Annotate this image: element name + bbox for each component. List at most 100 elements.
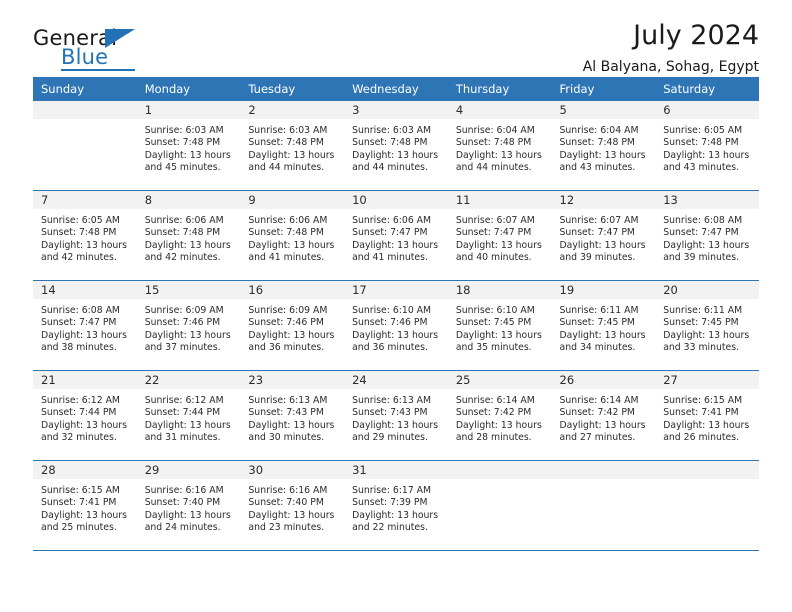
logo-underline bbox=[61, 69, 135, 71]
day-detail-sunset: Sunset: 7:47 PM bbox=[41, 317, 117, 329]
calendar-day-cell[interactable]: 25 Sunrise: 6:14 AM Sunset: 7:42 PM Dayligh… bbox=[447, 371, 552, 460]
calendar-day-cell[interactable]: 9 Sunrise: 6:06 AM Sunset: 7:48 PM Daylight… bbox=[240, 191, 345, 280]
day-detail-sunrise: Sunrise: 6:06 AM bbox=[248, 215, 328, 226]
day-detail-sunset: Sunset: 7:42 PM bbox=[455, 407, 532, 419]
day-detail-sunrise: Sunrise: 6:14 AM bbox=[559, 395, 639, 406]
calendar-day-cell[interactable]: 6 Sunrise: 6:05 AM Sunset: 7:48 PM Daylight… bbox=[655, 101, 759, 190]
day-detail-daylight1: Daylight: 13 hours bbox=[455, 149, 542, 161]
day-detail-daylight2: and 41 minutes. bbox=[352, 251, 428, 263]
calendar-day-cell[interactable]: 18 Sunrise: 6:10 AM Sunset: 7:45 PM Dayligh… bbox=[447, 281, 552, 370]
calendar-day-cell[interactable]: 17 Sunrise: 6:10 AM Sunset: 7:46 PM Dayligh… bbox=[344, 281, 448, 370]
calendar-day-cell[interactable]: 27 Sunrise: 6:15 AM Sunset: 7:41 PM Dayligh… bbox=[655, 371, 759, 460]
day-details: Sunrise: 6:04 AM Sunset: 7:48 PM Daylight:… bbox=[448, 119, 552, 174]
day-details: Sunrise: 6:08 AM Sunset: 7:47 PM Daylight:… bbox=[655, 209, 759, 264]
day-number: 15 bbox=[136, 281, 241, 299]
day-detail-sunset: Sunset: 7:41 PM bbox=[663, 407, 739, 419]
day-detail-sunset: Sunset: 7:42 PM bbox=[559, 407, 635, 419]
day-number: 24 bbox=[344, 371, 448, 389]
day-detail-daylight2: and 24 minutes. bbox=[144, 521, 221, 533]
page-subtitle: Al Balyana, Sohag, Egypt bbox=[582, 59, 759, 76]
calendar-day-cell[interactable]: 12 Sunrise: 6:07 AM Sunset: 7:47 PM Dayligh… bbox=[551, 191, 656, 280]
day-number bbox=[551, 461, 656, 479]
day-detail-daylight1: Daylight: 13 hours bbox=[559, 329, 646, 341]
calendar-day-cell[interactable]: 10 Sunrise: 6:06 AM Sunset: 7:47 PM Dayligh… bbox=[344, 191, 448, 280]
day-detail-daylight2: and 45 minutes. bbox=[144, 161, 221, 173]
calendar-day-cell[interactable]: 28 Sunrise: 6:15 AM Sunset: 7:41 PM Dayligh… bbox=[33, 461, 137, 550]
calendar-week-row: 14 Sunrise: 6:08 AM Sunset: 7:47 PM Dayligh… bbox=[33, 280, 759, 371]
day-details: Sunrise: 6:03 AM Sunset: 7:48 PM Daylight:… bbox=[240, 119, 344, 174]
calendar-day-cell[interactable]: 26 Sunrise: 6:14 AM Sunset: 7:42 PM Dayligh… bbox=[551, 371, 656, 460]
day-details: Sunrise: 6:03 AM Sunset: 7:48 PM Daylight:… bbox=[137, 119, 241, 174]
day-detail-daylight1: Daylight: 13 hours bbox=[248, 239, 335, 251]
day-detail-sunset: Sunset: 7:43 PM bbox=[248, 407, 324, 419]
day-detail-sunset: Sunset: 7:45 PM bbox=[663, 317, 739, 329]
day-detail-sunset: Sunset: 7:39 PM bbox=[352, 497, 428, 509]
day-details: Sunrise: 6:07 AM Sunset: 7:47 PM Daylight:… bbox=[552, 209, 656, 264]
day-detail-daylight2: and 38 minutes. bbox=[41, 341, 117, 353]
day-number: 16 bbox=[240, 281, 345, 299]
calendar-day-cell[interactable]: 7 Sunrise: 6:05 AM Sunset: 7:48 PM Daylight… bbox=[33, 191, 137, 280]
day-detail-daylight2: and 34 minutes. bbox=[559, 341, 636, 353]
day-details: Sunrise: 6:10 AM Sunset: 7:45 PM Daylight:… bbox=[448, 299, 552, 354]
day-detail-sunrise: Sunrise: 6:05 AM bbox=[41, 215, 120, 226]
calendar-day-cell[interactable]: 4 Sunrise: 6:04 AM Sunset: 7:48 PM Daylight… bbox=[447, 101, 552, 190]
general-blue-logo[interactable]: General Blue bbox=[33, 26, 153, 72]
day-detail-sunrise: Sunrise: 6:03 AM bbox=[248, 125, 328, 136]
day-detail-sunrise: Sunrise: 6:15 AM bbox=[41, 485, 120, 496]
day-detail-sunset: Sunset: 7:44 PM bbox=[41, 407, 117, 419]
day-detail-daylight1: Daylight: 13 hours bbox=[144, 239, 231, 251]
calendar-day-cell[interactable]: 21 Sunrise: 6:12 AM Sunset: 7:44 PM Dayligh… bbox=[33, 371, 137, 460]
day-detail-daylight2: and 33 minutes. bbox=[663, 341, 740, 353]
day-details: Sunrise: 6:10 AM Sunset: 7:46 PM Daylight:… bbox=[344, 299, 448, 354]
calendar-day-cell[interactable]: 15 Sunrise: 6:09 AM Sunset: 7:46 PM Dayligh… bbox=[136, 281, 241, 370]
calendar-day-cell[interactable]: 30 Sunrise: 6:16 AM Sunset: 7:40 PM Dayligh… bbox=[240, 461, 345, 550]
day-details: Sunrise: 6:13 AM Sunset: 7:43 PM Daylight:… bbox=[344, 389, 448, 444]
calendar-day-cell[interactable]: 8 Sunrise: 6:06 AM Sunset: 7:48 PM Daylight… bbox=[136, 191, 241, 280]
day-number: 9 bbox=[240, 191, 345, 209]
day-details: Sunrise: 6:11 AM Sunset: 7:45 PM Daylight:… bbox=[655, 299, 759, 354]
day-detail-sunrise: Sunrise: 6:03 AM bbox=[352, 125, 432, 136]
calendar-day-cell-empty bbox=[551, 461, 656, 550]
day-detail-daylight1: Daylight: 13 hours bbox=[41, 239, 127, 251]
calendar-day-cell[interactable]: 3 Sunrise: 6:03 AM Sunset: 7:48 PM Daylight… bbox=[344, 101, 448, 190]
day-detail-daylight2: and 35 minutes. bbox=[455, 341, 532, 353]
day-detail-daylight2: and 26 minutes. bbox=[663, 431, 740, 443]
calendar-day-cell[interactable]: 29 Sunrise: 6:16 AM Sunset: 7:40 PM Dayligh… bbox=[136, 461, 241, 550]
calendar-day-cell[interactable]: 22 Sunrise: 6:12 AM Sunset: 7:44 PM Dayligh… bbox=[136, 371, 241, 460]
calendar-day-cell[interactable]: 24 Sunrise: 6:13 AM Sunset: 7:43 PM Dayligh… bbox=[344, 371, 448, 460]
calendar-page: General Blue July 2024 Al Balyana, Sohag… bbox=[0, 0, 792, 612]
day-details: Sunrise: 6:16 AM Sunset: 7:40 PM Daylight:… bbox=[240, 479, 344, 534]
day-details: Sunrise: 6:06 AM Sunset: 7:48 PM Daylight:… bbox=[240, 209, 344, 264]
calendar-day-cell-empty bbox=[33, 101, 137, 190]
day-detail-sunrise: Sunrise: 6:04 AM bbox=[455, 125, 535, 136]
day-detail-sunset: Sunset: 7:41 PM bbox=[41, 497, 117, 509]
day-detail-daylight2: and 22 minutes. bbox=[352, 521, 428, 533]
calendar-day-cell[interactable]: 20 Sunrise: 6:11 AM Sunset: 7:45 PM Dayligh… bbox=[655, 281, 759, 370]
day-detail-sunset: Sunset: 7:48 PM bbox=[455, 137, 532, 149]
calendar-day-cell[interactable]: 31 Sunrise: 6:17 AM Sunset: 7:39 PM Dayligh… bbox=[344, 461, 448, 550]
calendar-day-cell[interactable]: 16 Sunrise: 6:09 AM Sunset: 7:46 PM Dayligh… bbox=[240, 281, 345, 370]
day-number: 29 bbox=[136, 461, 241, 479]
calendar-day-cell[interactable]: 14 Sunrise: 6:08 AM Sunset: 7:47 PM Dayligh… bbox=[33, 281, 137, 370]
day-details: Sunrise: 6:14 AM Sunset: 7:42 PM Daylight:… bbox=[552, 389, 656, 444]
calendar-day-cell[interactable]: 11 Sunrise: 6:07 AM Sunset: 7:47 PM Dayligh… bbox=[447, 191, 552, 280]
day-detail-sunrise: Sunrise: 6:13 AM bbox=[352, 395, 432, 406]
calendar-day-cell[interactable]: 1 Sunrise: 6:03 AM Sunset: 7:48 PM Daylight… bbox=[136, 101, 241, 190]
title-block: July 2024 Al Balyana, Sohag, Egypt bbox=[583, 20, 759, 75]
day-detail-daylight2: and 42 minutes. bbox=[41, 251, 117, 263]
day-detail-daylight1: Daylight: 13 hours bbox=[559, 239, 646, 251]
day-detail-daylight1: Daylight: 13 hours bbox=[41, 419, 127, 431]
page-header: General Blue July 2024 Al Balyana, Sohag… bbox=[33, 0, 759, 75]
day-details: Sunrise: 6:05 AM Sunset: 7:48 PM Daylight:… bbox=[33, 209, 137, 264]
day-detail-sunset: Sunset: 7:46 PM bbox=[248, 317, 324, 329]
calendar-day-cell[interactable]: 5 Sunrise: 6:04 AM Sunset: 7:48 PM Daylight… bbox=[551, 101, 656, 190]
day-detail-sunset: Sunset: 7:48 PM bbox=[144, 137, 221, 149]
calendar-day-cell[interactable]: 19 Sunrise: 6:11 AM Sunset: 7:45 PM Dayligh… bbox=[551, 281, 656, 370]
calendar-day-cell[interactable]: 2 Sunrise: 6:03 AM Sunset: 7:48 PM Daylight… bbox=[240, 101, 345, 190]
day-detail-sunrise: Sunrise: 6:12 AM bbox=[41, 395, 120, 406]
calendar-day-cell[interactable]: 13 Sunrise: 6:08 AM Sunset: 7:47 PM Dayligh… bbox=[655, 191, 759, 280]
day-detail-daylight2: and 30 minutes. bbox=[248, 431, 325, 443]
day-details: Sunrise: 6:06 AM Sunset: 7:48 PM Daylight:… bbox=[137, 209, 241, 264]
calendar-day-cell[interactable]: 23 Sunrise: 6:13 AM Sunset: 7:43 PM Dayligh… bbox=[240, 371, 345, 460]
day-detail-daylight2: and 29 minutes. bbox=[352, 431, 428, 443]
